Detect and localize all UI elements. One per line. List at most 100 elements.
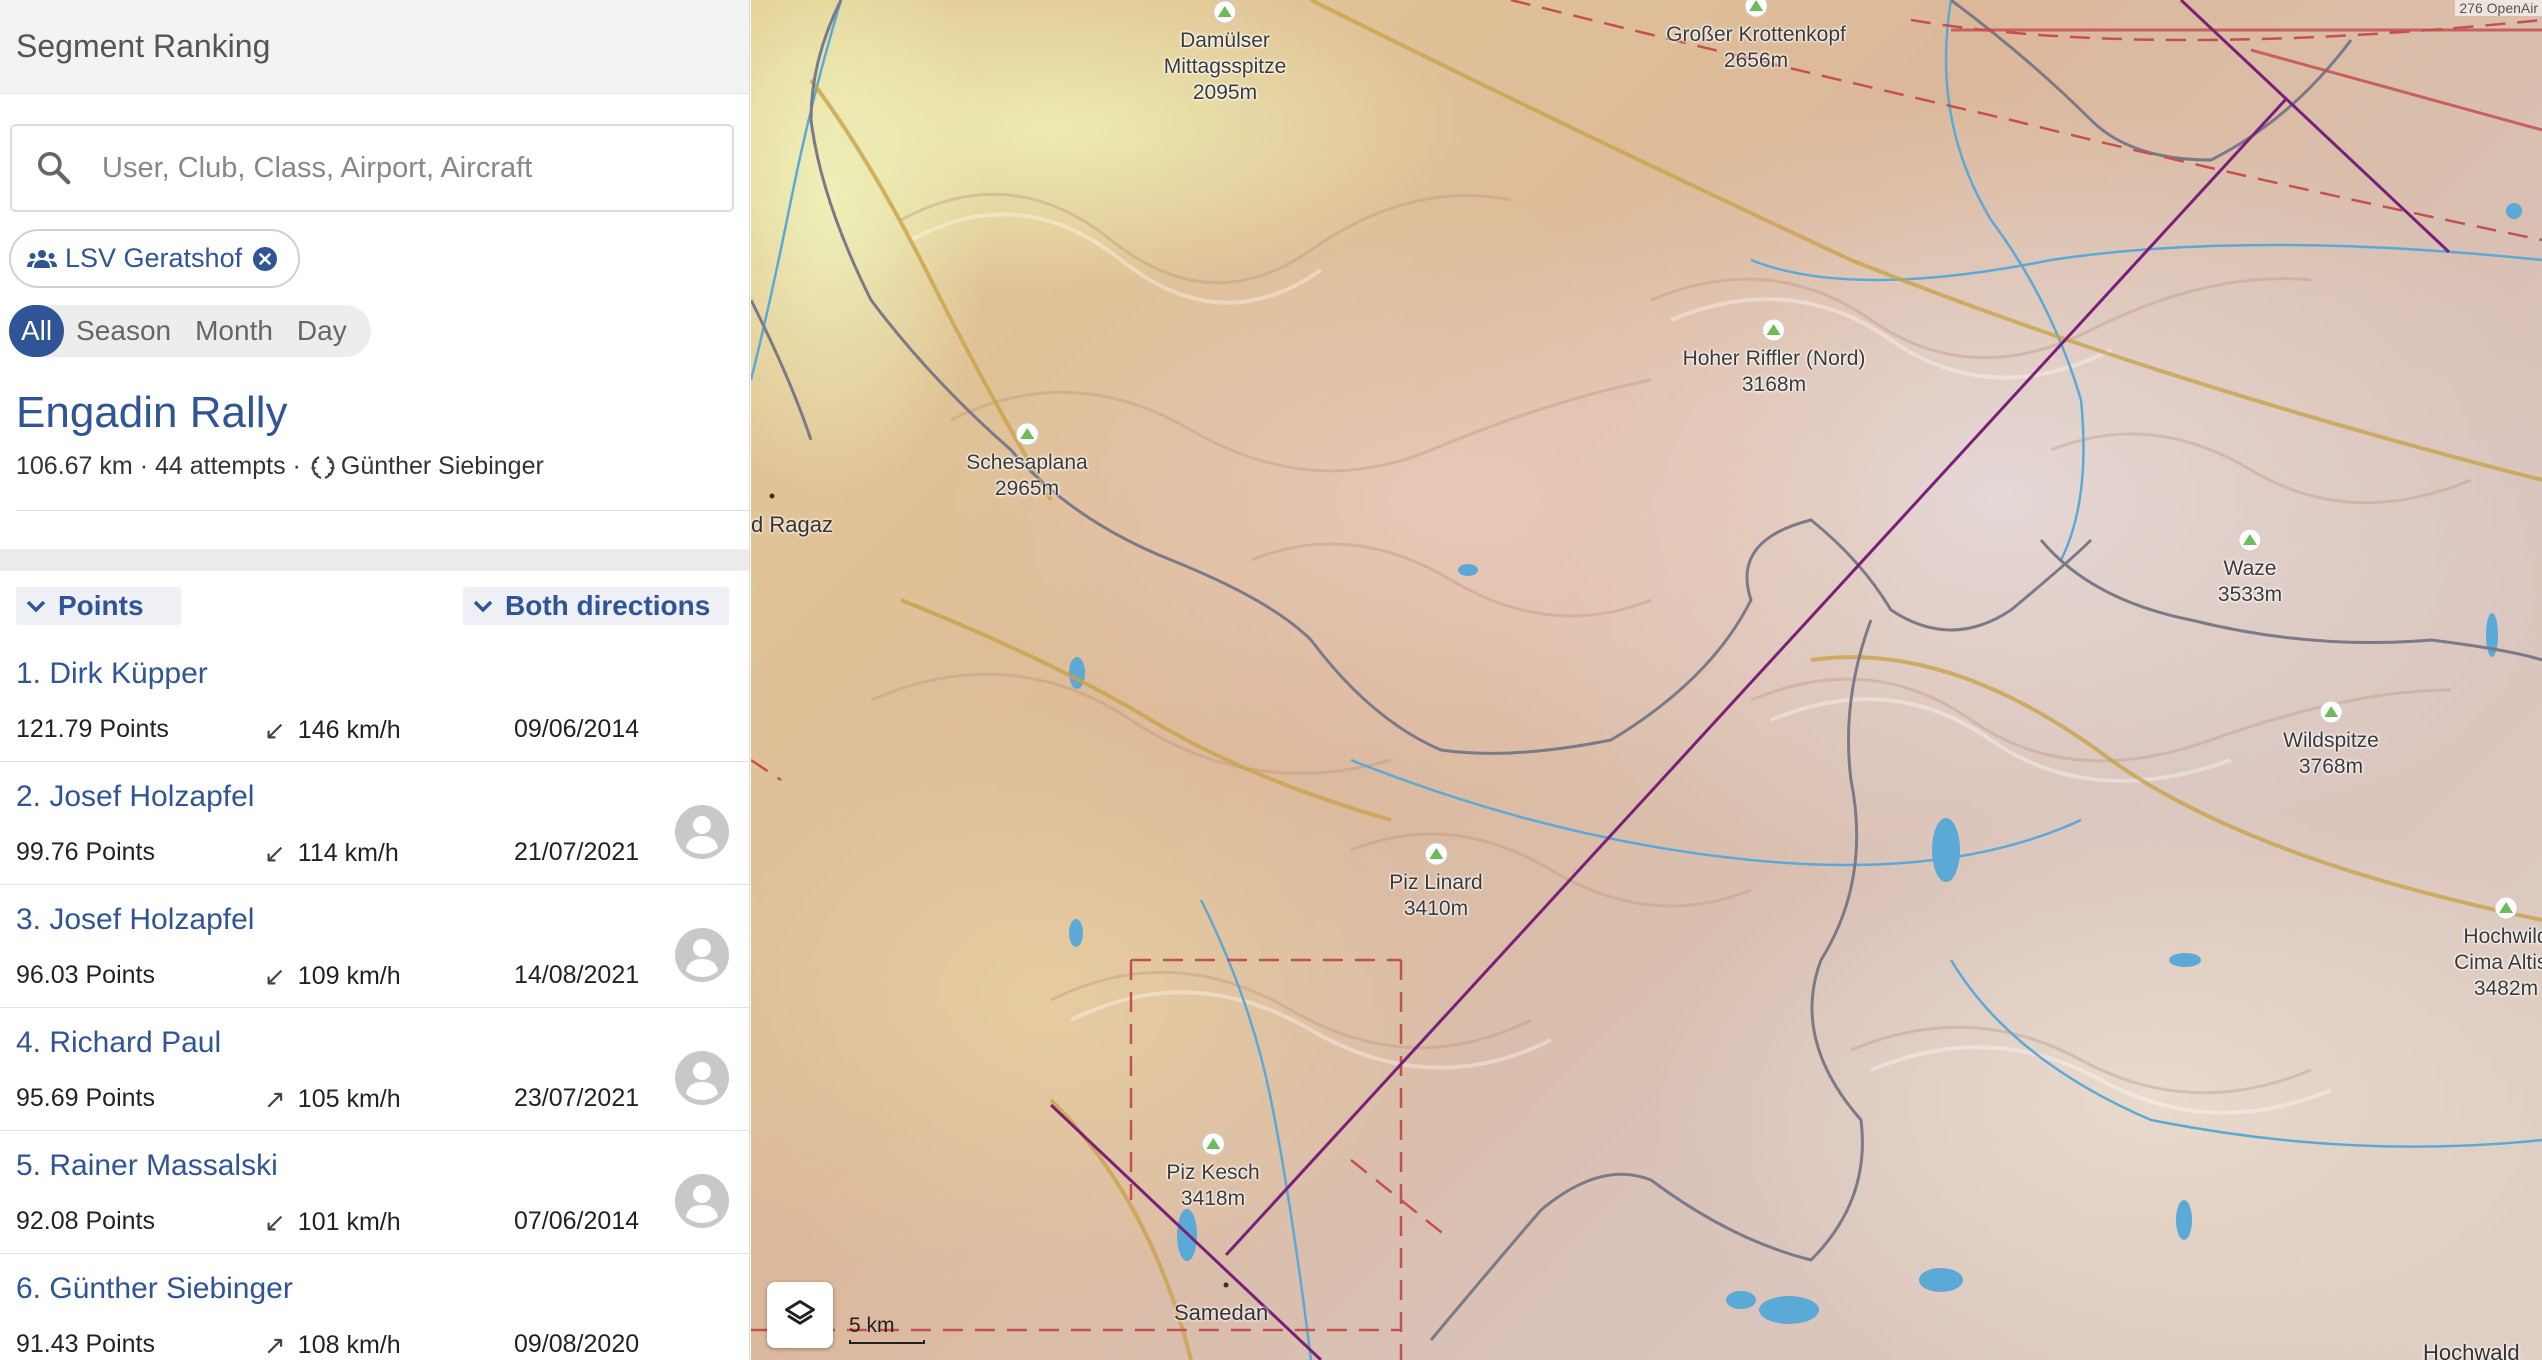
avatar-placeholder-icon[interactable] xyxy=(674,927,730,983)
chevron-down-icon xyxy=(26,600,46,613)
direction-arrow-icon: ↗ xyxy=(264,1084,286,1114)
map-peak-label[interactable]: Wildspitze 3768m xyxy=(2283,700,2379,780)
peak-name: Wildspitze xyxy=(2283,729,2379,752)
ranking-speed: ↗ 108 km/h xyxy=(264,1330,401,1360)
ranking-points: 95.69 Points xyxy=(16,1084,155,1112)
ranking-date: 09/06/2014 xyxy=(514,715,640,743)
ranking-date: 21/07/2021 xyxy=(514,838,640,866)
layers-icon xyxy=(785,1300,815,1325)
panel-header: Segment Ranking xyxy=(0,0,749,94)
peak-elevation: 3482m xyxy=(2473,977,2539,1000)
map-peak-label[interactable]: Piz Kesch 3418m xyxy=(1166,1132,1260,1212)
peak-elevation: 2656m xyxy=(1723,49,1789,72)
avatar-placeholder-icon[interactable] xyxy=(674,804,730,860)
ranking-row[interactable]: 6. Günther Siebinger 91.43 Points ↗ 108 k… xyxy=(0,1254,749,1360)
ranking-points: 99.76 Points xyxy=(16,838,155,866)
ranking-date: 07/06/2014 xyxy=(514,1207,640,1235)
scale-label: 5 km xyxy=(849,1314,895,1337)
map-peak-label[interactable]: Großer Krottenkopf 2656m xyxy=(1666,0,1846,74)
peak-icon xyxy=(1762,318,1786,342)
search-icon xyxy=(38,152,71,185)
map-peak-label[interactable]: Damülser Mittagsspitze 2095m xyxy=(1163,0,1287,106)
map[interactable]: Damülser Mittagsspitze 2095m Großer Krot… xyxy=(751,0,2542,1360)
map-peak-label[interactable]: Hoher Riffler (Nord) 3168m xyxy=(1682,318,1866,398)
ranking-speed: ↙ 114 km/h xyxy=(264,838,399,869)
club-filter-chip[interactable]: LSV Geratshof xyxy=(9,229,301,288)
scale-bar xyxy=(849,1340,925,1344)
section-band xyxy=(0,549,749,571)
peak-name: Damülser Mittagsspitze xyxy=(1163,29,1287,78)
pilot-name[interactable]: 5. Rainer Massalski xyxy=(16,1149,278,1183)
ranking-speed: ↙ 101 km/h xyxy=(264,1207,401,1238)
peak-icon xyxy=(1744,0,1768,18)
ranking-row[interactable]: 5. Rainer Massalski 92.08 Points ↙ 101 km… xyxy=(0,1131,749,1254)
peak-name: Hochwild Cima Altiss xyxy=(2454,925,2542,974)
segment-meta: 106.67 km · 44 attempts · Günther Siebin… xyxy=(16,452,544,480)
segment-attempts: 44 attempts xyxy=(154,452,286,480)
map-peak-label[interactable]: Piz Linard 3410m xyxy=(1389,842,1483,922)
sort-dropdown[interactable]: Points xyxy=(16,587,181,625)
speed-value: 105 km/h xyxy=(297,1085,401,1113)
direction-arrow-icon: ↗ xyxy=(264,1330,286,1360)
direction-dropdown-label: Both directions xyxy=(505,590,711,621)
direction-arrow-icon: ↙ xyxy=(264,1207,286,1237)
peak-elevation: 3410m xyxy=(1403,897,1469,920)
sidebar: Segment Ranking LSV Geratshof All Season… xyxy=(0,0,750,1360)
search-input[interactable] xyxy=(102,151,702,185)
map-peak-label[interactable]: Waze 3533m xyxy=(2218,528,2282,608)
chip-label: LSV Geratshof xyxy=(65,243,243,273)
peak-elevation: 3768m xyxy=(2298,755,2364,778)
ranking-points: 96.03 Points xyxy=(16,961,155,989)
avatar-placeholder-icon[interactable] xyxy=(674,1173,730,1229)
peak-name: Piz Kesch xyxy=(1166,1161,1260,1184)
peak-icon xyxy=(1424,842,1448,866)
peak-icon xyxy=(2319,700,2343,724)
peak-elevation: 3533m xyxy=(2217,583,2283,606)
speed-value: 109 km/h xyxy=(297,962,401,990)
close-icon[interactable] xyxy=(252,246,278,272)
pilot-name[interactable]: 2. Josef Holzapfel xyxy=(16,780,254,814)
pilot-name[interactable]: 3. Josef Holzapfel xyxy=(16,903,254,937)
speed-value: 146 km/h xyxy=(297,716,401,744)
map-overlay xyxy=(751,0,2542,1360)
period-selector: All Season Month Day xyxy=(9,305,371,357)
peak-name: Hoher Riffler (Nord) xyxy=(1682,347,1866,370)
period-day[interactable]: Day xyxy=(285,305,359,357)
map-peak-label[interactable]: Schesaplana 2965m xyxy=(966,422,1088,502)
map-peak-label[interactable]: Hochwild Cima Altiss 3482m xyxy=(2454,896,2542,1002)
avatar-placeholder-icon[interactable] xyxy=(674,1050,730,1106)
peak-name: Piz Linard xyxy=(1389,871,1483,894)
period-month[interactable]: Month xyxy=(183,305,285,357)
divider xyxy=(16,510,749,511)
segment-distance: 106.67 km xyxy=(16,452,133,480)
period-all[interactable]: All xyxy=(9,305,65,357)
direction-arrow-icon: ↙ xyxy=(264,838,286,868)
peak-icon xyxy=(1015,422,1039,446)
peak-name: Großer Krottenkopf xyxy=(1666,23,1846,46)
map-attribution[interactable]: 276 OpenAir xyxy=(2455,0,2542,16)
peak-icon xyxy=(2238,528,2262,552)
ranking-speed: ↗ 105 km/h xyxy=(264,1084,401,1115)
ranking-row[interactable]: 1. Dirk Küpper 121.79 Points ↙ 146 km/h 0… xyxy=(0,639,749,762)
search-box[interactable] xyxy=(10,124,734,212)
direction-arrow-icon: ↙ xyxy=(264,961,286,991)
map-place-label: d Ragaz xyxy=(751,512,833,537)
peak-icon xyxy=(2494,896,2518,920)
panel-title: Segment Ranking xyxy=(16,28,271,64)
direction-dropdown[interactable]: Both directions xyxy=(463,587,729,625)
peak-elevation: 2095m xyxy=(1192,81,1258,104)
ranking-row[interactable]: 4. Richard Paul 95.69 Points ↗ 105 km/h 2… xyxy=(0,1008,749,1131)
peak-name: Waze xyxy=(2223,557,2277,580)
ranking-points: 92.08 Points xyxy=(16,1207,155,1235)
period-season[interactable]: Season xyxy=(64,305,183,357)
ranking-date: 23/07/2021 xyxy=(514,1084,640,1112)
sort-dropdown-label: Points xyxy=(58,590,144,621)
pilot-name[interactable]: 6. Günther Siebinger xyxy=(16,1272,293,1306)
pilot-name[interactable]: 1. Dirk Küpper xyxy=(16,657,208,691)
peak-icon xyxy=(1213,0,1237,24)
layers-button[interactable] xyxy=(767,1282,833,1348)
ranking-row[interactable]: 2. Josef Holzapfel 99.76 Points ↙ 114 km/… xyxy=(0,762,749,885)
ranking-row[interactable]: 3. Josef Holzapfel 96.03 Points ↙ 109 km/… xyxy=(0,885,749,1008)
pilot-name[interactable]: 4. Richard Paul xyxy=(16,1026,221,1060)
peak-elevation: 3168m xyxy=(1741,373,1807,396)
